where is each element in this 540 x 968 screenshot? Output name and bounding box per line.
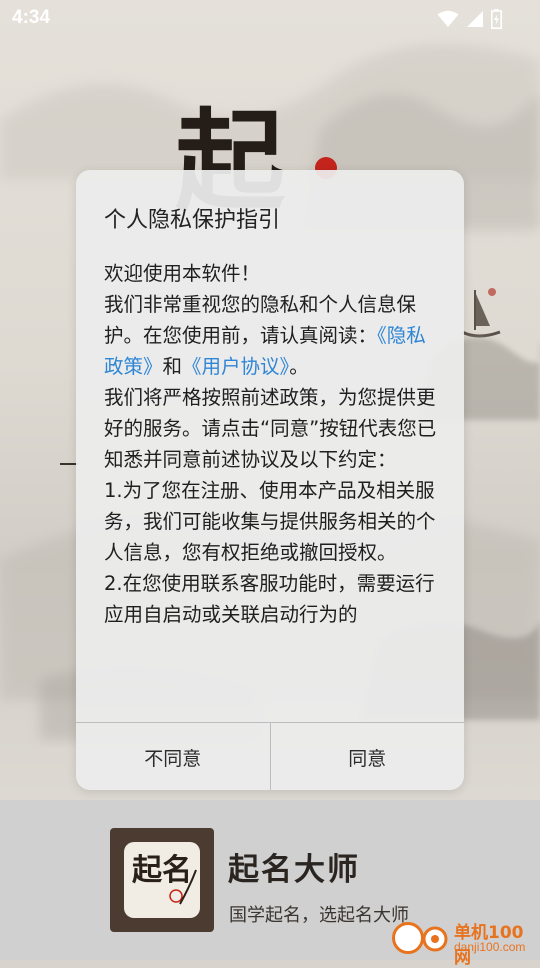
disagree-button[interactable]: 不同意 <box>76 723 271 790</box>
app-logo: 起名 <box>110 828 214 932</box>
logo-calligraphy: 起名 <box>132 853 197 905</box>
watermark-glasses-icon <box>422 926 448 952</box>
watermark-url: danji100.com <box>454 940 526 954</box>
brand-title: 起名大师 <box>228 852 360 888</box>
brand-subtitle: 国学起名，选起名大师 <box>229 905 409 926</box>
dialog-line2: 我们非常重视您的隐私和个人信息保护。在您使用前，请认真阅读：《隐私政策》和《用户… <box>104 289 444 382</box>
dialog-item2: 2.在您使用联系客服功能时，需要运行应用自启动或关联启动行为的 <box>104 572 435 626</box>
svg-text:起名: 起名 <box>132 853 192 888</box>
dialog-footer: 不同意 同意 <box>76 722 464 790</box>
dialog-title: 个人隐私保护指引 <box>104 208 281 233</box>
site-watermark: 单机100网 danji100.com <box>392 918 540 968</box>
dialog-intro: 欢迎使用本软件！ <box>104 262 261 285</box>
dialog-line2-text: 我们非常重视您的隐私和个人信息保护。在您使用前，请认真阅读： <box>104 293 417 347</box>
privacy-dialog: 个人隐私保护指引 欢迎使用本软件！ 我们非常重视您的隐私和个人信息保护。在您使用… <box>76 170 464 790</box>
and-text: 和 <box>162 355 183 378</box>
dialog-item1: 1.为了您在注册、使用本产品及相关服务，我们可能收集与提供服务相关的个人信息，您… <box>104 479 436 564</box>
dialog-paragraph2: 我们将严格按照前述政策，为您提供更好的服务。请点击“同意”按钮代表您已知悉并同意… <box>104 386 437 471</box>
dialog-body[interactable]: 欢迎使用本软件！ 我们非常重视您的隐私和个人信息保护。在您使用前，请认真阅读：《… <box>104 258 444 690</box>
user-agreement-link[interactable]: 《用户协议》 <box>182 355 289 378</box>
app-logo-inner: 起名 <box>124 842 200 918</box>
agree-button[interactable]: 同意 <box>271 723 465 790</box>
period-text: 。 <box>289 355 309 378</box>
